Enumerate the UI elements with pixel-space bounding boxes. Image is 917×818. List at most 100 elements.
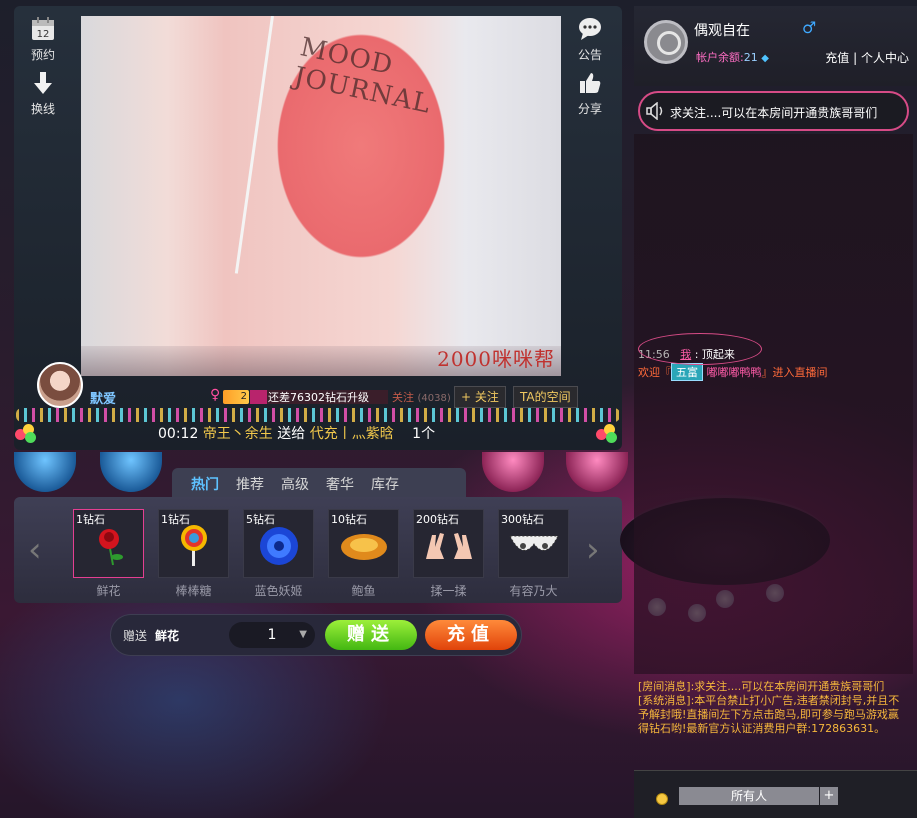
level-badge: 2	[223, 390, 249, 404]
video-shirt-print: MOOD JOURNAL	[291, 32, 434, 120]
system-message: [系统消息]:本平台禁止打小广告,违者禁闭封号,并且不予解封哦!直播间左下方点击…	[638, 694, 900, 735]
stage-disc	[566, 452, 628, 492]
tab-luxury[interactable]: 奢华	[326, 474, 354, 494]
switch-line-button[interactable]: 换线	[18, 70, 68, 117]
level-number: 2	[240, 391, 247, 402]
speaker-icon	[646, 102, 663, 120]
follow-info: 关注 (4038)	[392, 389, 451, 405]
ticker-amount: 1个	[412, 426, 436, 442]
lollipop-icon	[180, 525, 207, 566]
host-space-button[interactable]: TA的空间	[513, 386, 578, 408]
ticker-time: 00:12	[158, 426, 199, 442]
emoji-icon[interactable]	[656, 793, 668, 805]
stage-disc	[14, 452, 76, 492]
send-gift-bar: 赠送 鲜花 1 ▼ 赠送 充值	[110, 614, 522, 656]
gift-price: 300钻石	[501, 513, 544, 526]
send-label: 赠送	[123, 629, 148, 643]
video-decoration	[234, 16, 274, 274]
calendar-date: 12	[37, 29, 50, 40]
chevron-down-icon: ▼	[299, 629, 307, 640]
gift-name: 鲍鱼	[351, 584, 376, 598]
tab-recommend[interactable]: 推荐	[236, 474, 264, 494]
chat-highlight-circle	[638, 333, 762, 365]
gift-price: 200钻石	[416, 513, 459, 526]
gift-item-lollipop[interactable]: 1钻石 棒棒糖	[158, 509, 229, 598]
user-avatar[interactable]	[644, 20, 688, 64]
level-progress-fill	[250, 390, 267, 404]
follow-count: (4038)	[417, 393, 451, 404]
personal-center-link[interactable]: 个人中心	[861, 51, 909, 65]
account-balance: 帐户余额:21 ◆	[696, 49, 769, 65]
gift-price: 10钻石	[331, 513, 367, 526]
notice-label: 公告	[577, 48, 602, 62]
chat-area: 11:56 我 : 顶起来 欢迎『 五富 嘟嘟嘟鸭鸭』进入直播间	[634, 134, 913, 674]
gift-name: 蓝色妖姬	[254, 584, 303, 598]
tab-inventory[interactable]: 库存	[371, 474, 399, 494]
welcome-user[interactable]: 嘟嘟嘟鸭鸭	[707, 366, 762, 379]
host-avatar[interactable]	[37, 362, 83, 408]
lace-icon	[508, 535, 559, 551]
notice-button[interactable]: 公告	[565, 16, 615, 63]
live-video[interactable]: MOOD JOURNAL 2000咪咪帮	[81, 16, 561, 376]
recharge-link[interactable]: 充值	[825, 51, 849, 65]
hands-icon	[425, 533, 472, 559]
tab-hot[interactable]: 热门	[191, 474, 219, 494]
stage-disc	[100, 452, 162, 492]
reserve-button[interactable]: 12 预约	[18, 16, 68, 63]
rose-icon	[98, 529, 123, 566]
quantity-value: 1	[267, 627, 277, 643]
announcement-text: 求关注....可以在本房间开通贵族哥哥们	[670, 106, 878, 120]
arrow-down-icon	[34, 72, 52, 94]
gift-name: 鲜花	[96, 584, 121, 598]
gifts-next-arrow[interactable]: ›	[586, 530, 600, 570]
gift-item-blue-rose[interactable]: 5钻石 蓝色妖姬	[243, 509, 314, 598]
female-icon: ♀	[210, 387, 221, 403]
male-icon: ♂	[802, 18, 817, 37]
vip-badge: 五富	[671, 363, 703, 381]
tab-advanced[interactable]: 高级	[281, 474, 309, 494]
gift-name: 有容乃大	[509, 584, 558, 598]
gift-item-abalone[interactable]: 10钻石 鲍鱼	[328, 509, 399, 598]
chat-target-select[interactable]: 所有人	[679, 787, 819, 805]
calendar-icon: 12	[32, 17, 54, 40]
switch-line-label: 换线	[30, 102, 55, 116]
user-panel: 偶观自在 ♂ 帐户余额:21 ◆ 充值 | 个人中心	[634, 6, 917, 86]
selected-gift-name: 鲜花	[155, 629, 180, 643]
host-name[interactable]: 默爱	[90, 388, 116, 407]
ticker-receiver[interactable]: 代充丨灬紫晗	[310, 426, 394, 442]
link-separator: |	[853, 51, 858, 65]
gift-item-flower[interactable]: 1钻石 鲜花	[73, 509, 144, 598]
add-target-button[interactable]: +	[820, 787, 838, 805]
upgrade-text: 还差76302钻石升级	[268, 391, 369, 404]
abalone-icon	[340, 534, 387, 560]
gift-item-rub[interactable]: 200钻石 揉一揉	[413, 509, 484, 598]
send-gift-button[interactable]: 赠送	[325, 620, 417, 650]
quantity-select[interactable]: 1 ▼	[229, 622, 315, 648]
host-bar: 默爱 ♀ 2 还差76302钻石升级 关注 (4038) + 关注 TA的空间	[22, 362, 602, 410]
thumbs-up-icon	[580, 73, 601, 93]
gift-item-big[interactable]: 300钻石 有容乃大	[498, 509, 569, 598]
balloon-icon	[596, 424, 618, 444]
stage-disc	[482, 452, 544, 492]
speech-bubble-icon	[579, 18, 601, 40]
decorative-lights	[16, 408, 620, 422]
welcome-suffix: 』进入直播间	[761, 366, 828, 379]
share-label: 分享	[577, 102, 602, 116]
ticker-sender[interactable]: 帝王丶余生	[203, 426, 273, 442]
user-name: 偶观自在	[694, 23, 750, 39]
ticker-verb: 送给	[277, 426, 306, 442]
gifts-prev-arrow[interactable]: ‹	[28, 530, 42, 570]
chat-input-area: 所有人 +	[634, 770, 917, 818]
welcome-message: 欢迎『 五富 嘟嘟嘟鸭鸭』进入直播间	[638, 363, 828, 381]
gift-name: 棒棒糖	[175, 584, 212, 598]
announcement-bar[interactable]: 求关注....可以在本房间开通贵族哥哥们	[638, 91, 909, 131]
balance-label: 帐户余额:	[696, 51, 744, 64]
diamond-icon: ◆	[761, 53, 769, 64]
share-button[interactable]: 分享	[565, 70, 615, 117]
room-message: [房间消息]:求关注....可以在本房间开通贵族哥哥们	[638, 680, 885, 693]
system-messages: [房间消息]:求关注....可以在本房间开通贵族哥哥们 [系统消息]:本平台禁止…	[638, 680, 908, 736]
follow-button[interactable]: + 关注	[454, 386, 506, 408]
follow-text: 关注	[392, 391, 414, 404]
gift-tab-bar: 热门 推荐 高级 奢华 库存	[172, 468, 466, 498]
recharge-button[interactable]: 充值	[425, 620, 517, 650]
